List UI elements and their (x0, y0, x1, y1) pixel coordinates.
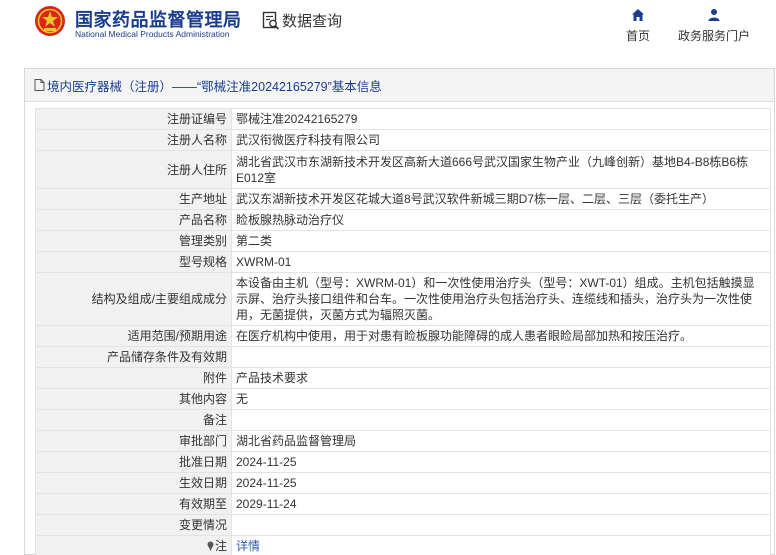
row-value: 2029-11-24 (231, 493, 771, 515)
home-icon (632, 9, 644, 21)
table-row: 产品储存条件及有效期 (35, 346, 771, 368)
row-value: 湖北省武汉市东湖新技术开发区高新大道666号武汉国家生物产业（九峰创新）基地B4… (231, 150, 771, 189)
data-query-link[interactable]: 数据查询 (262, 10, 342, 31)
document-search-icon (262, 11, 280, 30)
note-key: 注 (35, 535, 232, 555)
row-value: 本设备由主机（型号：XWRM-01）和一次性使用治疗头（型号：XWT-01）组成… (231, 272, 771, 326)
table-row: 注册证编号 鄂械注准20242165279 (35, 108, 771, 130)
table-row: 有效期至 2029-11-24 (35, 493, 771, 515)
note-key-label: 注 (214, 539, 227, 553)
table-row: 结构及组成/主要组成成分 本设备由主机（型号：XWRM-01）和一次性使用治疗头（… (35, 272, 771, 326)
detail-panel: 境内医疗器械（注册）——“鄂械注准20242165279”基本信息 注册证编号鄂… (24, 68, 775, 555)
row-key: 批准日期 (35, 451, 232, 473)
row-value: 产品技术要求 (231, 367, 771, 389)
row-value (231, 346, 771, 368)
table-row: 注册人住所 湖北省武汉市东湖新技术开发区高新大道666号武汉国家生物产业（九峰创新… (35, 150, 771, 189)
table-row: 注册人名称 武汉衔微医疗科技有限公司 (35, 129, 771, 151)
details-link[interactable]: 详情 (236, 539, 260, 553)
site-header: 国家药品监督管理局 National Medical Products Admi… (0, 0, 776, 58)
row-value: 鄂械注准20242165279 (231, 108, 771, 130)
row-key: 生产地址 (35, 188, 232, 210)
row-value (231, 514, 771, 536)
table-row: 备注 (35, 409, 771, 431)
table-row: 生效日期 2024-11-25 (35, 472, 771, 494)
table-row: 产品名称 睑板腺热脉动治疗仪 (35, 209, 771, 231)
nav-service-portal-label: 政务服务门户 (677, 29, 750, 43)
table-row: 审批部门 湖北省药品监督管理局 (35, 430, 771, 452)
row-key: 结构及组成/主要组成成分 (35, 272, 232, 326)
row-key: 适用范围/预期用途 (35, 325, 232, 347)
table-row: 批准日期 2024-11-25 (35, 451, 771, 473)
row-value: 睑板腺热脉动治疗仪 (231, 209, 771, 231)
emblem-logo (35, 6, 65, 36)
table-row: 其他内容无 (35, 388, 771, 410)
pin-icon (207, 541, 214, 551)
nav-home[interactable]: 首页 (620, 8, 656, 44)
row-key: 注册人名称 (35, 129, 232, 151)
row-key: 备注 (35, 409, 232, 431)
row-key: 管理类别 (35, 230, 232, 252)
panel-title: 境内医疗器械（注册）——“鄂械注准20242165279”基本信息 (47, 79, 382, 94)
table-row: 适用范围/预期用途 在医疗机构中使用，用于对患有睑板腺功能障碍的成人患者眼睑局部加… (35, 325, 771, 347)
row-value: 武汉衔微医疗科技有限公司 (231, 129, 771, 151)
row-key: 生效日期 (35, 472, 232, 494)
row-key: 注册证编号 (35, 108, 232, 130)
table-row: 生产地址 武汉东湖新技术开发区花城大道8号武汉软件新城三期D7栋一层、二层、三层（… (35, 188, 771, 210)
row-key: 其他内容 (35, 388, 232, 410)
user-icon (708, 9, 720, 21)
table-row: 变更情况 (35, 514, 771, 536)
nav-home-label: 首页 (625, 29, 650, 43)
document-icon (34, 79, 45, 91)
row-key: 产品名称 (35, 209, 232, 231)
panel-header: 境内医疗器械（注册）——“鄂械注准20242165279”基本信息 (25, 69, 774, 102)
row-key: 型号规格 (35, 251, 232, 273)
row-key: 变更情况 (35, 514, 232, 536)
row-value: 2024-11-25 (231, 451, 771, 473)
row-value: 2024-11-25 (231, 472, 771, 494)
nav-service-portal[interactable]: 政务服务门户 (675, 8, 753, 44)
info-table: 注册证编号 鄂械注准20242165279 注册人名称 武汉衔微医疗科技有限公司 注… (35, 108, 771, 555)
table-row: 附件 产品技术要求 (35, 367, 771, 389)
table-row: 管理类别 第二类 (35, 230, 771, 252)
row-key: 注册人住所 (35, 150, 232, 189)
row-value: 无 (231, 388, 771, 410)
row-value: 第二类 (231, 230, 771, 252)
row-key: 附件 (35, 367, 232, 389)
row-value: 武汉东湖新技术开发区花城大道8号武汉软件新城三期D7栋一层、二层、三层（委托生产… (231, 188, 771, 210)
table-row: 型号规格 XWRM-01 (35, 251, 771, 273)
row-key: 产品储存条件及有效期 (35, 346, 232, 368)
data-query-label: 数据查询 (282, 13, 343, 30)
row-value: 在医疗机构中使用，用于对患有睑板腺功能障碍的成人患者眼睑局部加热和按压治疗。 (231, 325, 771, 347)
row-value: 湖北省药品监督管理局 (231, 430, 771, 452)
row-value: XWRM-01 (231, 251, 771, 273)
row-key: 有效期至 (35, 493, 232, 515)
table-row-note: 注 详情 (35, 535, 771, 555)
row-key: 审批部门 (35, 430, 232, 452)
brand-subtitle: National Medical Products Administration (75, 29, 230, 39)
row-value (231, 409, 771, 431)
note-value: 详情 (231, 535, 771, 555)
